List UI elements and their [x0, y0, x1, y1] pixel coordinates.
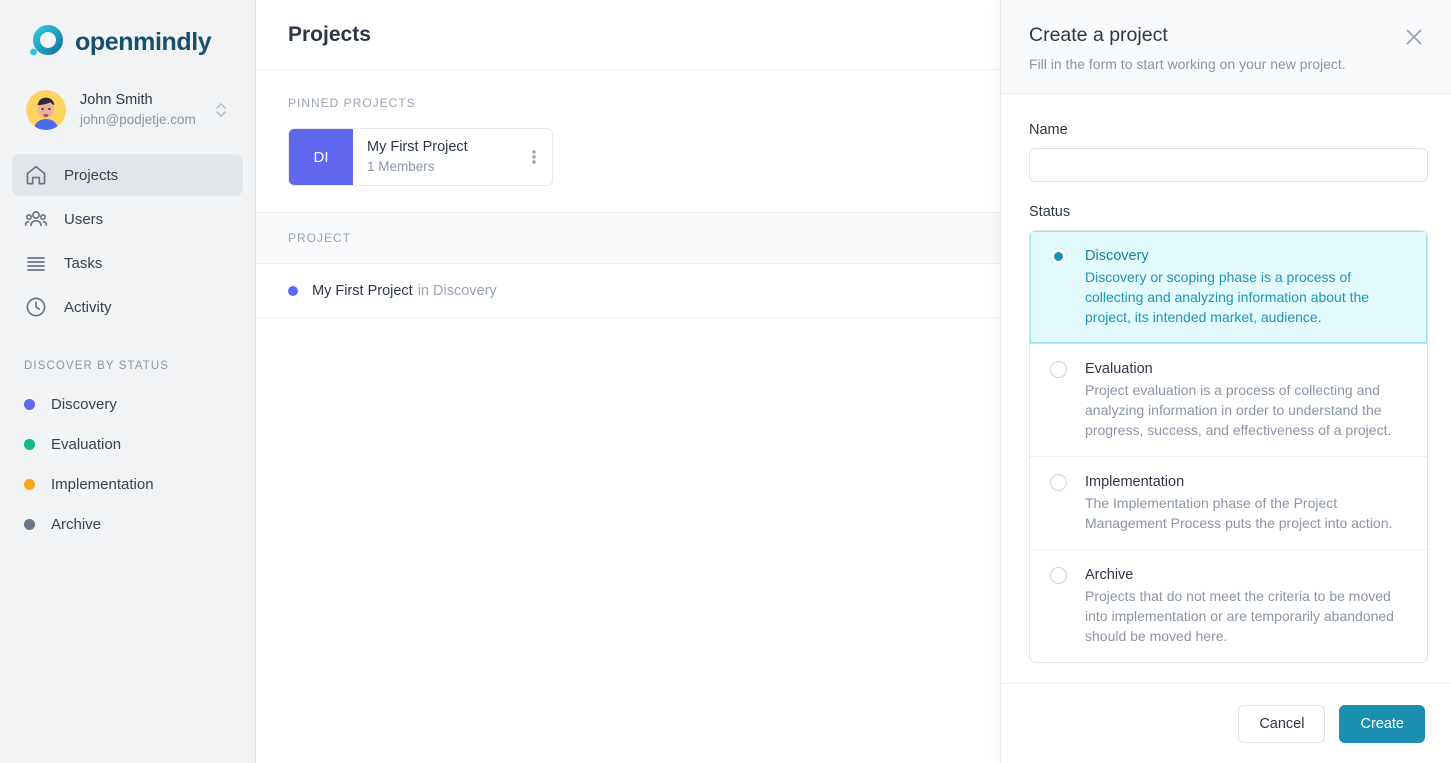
- status-filter-evaluation[interactable]: Evaluation: [12, 424, 243, 464]
- status-filter-label: Implementation: [51, 476, 154, 493]
- more-options-icon[interactable]: [524, 145, 544, 169]
- chevron-up-down-icon: [213, 99, 229, 121]
- app-root: openmindly John Smith john@podjetje.com: [0, 0, 1451, 763]
- sidebar-item-tasks[interactable]: Tasks: [12, 242, 243, 284]
- status-dot: [24, 519, 35, 530]
- sidebar-item-label: Tasks: [64, 255, 102, 272]
- status-filter-label: Evaluation: [51, 436, 121, 453]
- brand-logo[interactable]: openmindly: [0, 0, 255, 62]
- name-field-label: Name: [1029, 122, 1426, 138]
- status-field-label: Status: [1029, 204, 1426, 220]
- project-name: My First Project: [312, 283, 413, 299]
- option-texts: Implementation The Implementation phase …: [1085, 472, 1411, 533]
- status-dot: [24, 479, 35, 490]
- panel-title: Create a project: [1029, 22, 1423, 48]
- home-icon: [24, 163, 48, 187]
- sidebar: openmindly John Smith john@podjetje.com: [0, 0, 256, 763]
- status-filter-implementation[interactable]: Implementation: [12, 464, 243, 504]
- close-icon[interactable]: [1403, 26, 1425, 48]
- option-title: Discovery: [1085, 246, 1411, 266]
- project-list-heading: PROJECT: [288, 231, 351, 245]
- clock-icon: [24, 295, 48, 319]
- user-email: john@podjetje.com: [80, 110, 213, 129]
- option-title: Evaluation: [1085, 359, 1411, 379]
- discover-by-status-heading: DISCOVER BY STATUS: [0, 330, 255, 372]
- status-option-implementation[interactable]: Implementation The Implementation phase …: [1030, 457, 1427, 550]
- status-filter-list: Discovery Evaluation Implementation Arch…: [0, 384, 255, 544]
- status-filter-discovery[interactable]: Discovery: [12, 384, 243, 424]
- pinned-project-members: 1 Members: [367, 157, 524, 176]
- option-description: Project evaluation is a process of colle…: [1085, 380, 1411, 440]
- project-name-input[interactable]: [1029, 148, 1428, 182]
- page-title: Projects: [288, 23, 371, 47]
- radio-button[interactable]: [1050, 361, 1067, 378]
- option-texts: Archive Projects that do not meet the cr…: [1085, 565, 1411, 646]
- option-description: Projects that do not meet the criteria t…: [1085, 586, 1411, 646]
- radio-button[interactable]: [1050, 567, 1067, 584]
- pinned-project-name: My First Project: [367, 138, 524, 157]
- option-texts: Discovery Discovery or scoping phase is …: [1085, 246, 1411, 327]
- pinned-project-card[interactable]: DI My First Project 1 Members: [288, 128, 553, 186]
- project-status-text: in Discovery: [418, 283, 497, 299]
- radio-button[interactable]: [1050, 248, 1067, 265]
- status-option-discovery[interactable]: Discovery Discovery or scoping phase is …: [1030, 231, 1427, 344]
- panel-footer: Cancel Create: [1001, 683, 1451, 763]
- option-title: Archive: [1085, 565, 1411, 585]
- option-texts: Evaluation Project evaluation is a proce…: [1085, 359, 1411, 440]
- pinned-card-body: My First Project 1 Members: [353, 129, 552, 185]
- sidebar-nav: Projects Users Tasks: [0, 154, 255, 328]
- user-meta: John Smith john@podjetje.com: [80, 91, 213, 129]
- sidebar-item-label: Activity: [64, 299, 112, 316]
- status-dot: [24, 439, 35, 450]
- cancel-button[interactable]: Cancel: [1238, 705, 1325, 743]
- create-project-panel: Create a project Fill in the form to sta…: [1000, 0, 1451, 763]
- option-description: Discovery or scoping phase is a process …: [1085, 267, 1411, 327]
- brand-name: openmindly: [75, 28, 211, 57]
- status-filter-archive[interactable]: Archive: [12, 504, 243, 544]
- radio-button[interactable]: [1050, 474, 1067, 491]
- sidebar-item-users[interactable]: Users: [12, 198, 243, 240]
- option-description: The Implementation phase of the Project …: [1085, 493, 1411, 533]
- sidebar-item-activity[interactable]: Activity: [12, 286, 243, 328]
- openmindly-logo-icon: [26, 25, 66, 59]
- avatar: [26, 90, 66, 130]
- sidebar-item-label: Projects: [64, 167, 118, 184]
- status-dot: [24, 399, 35, 410]
- project-initials-badge: DI: [289, 129, 353, 185]
- sidebar-item-label: Users: [64, 211, 103, 228]
- pinned-card-texts: My First Project 1 Members: [367, 138, 524, 176]
- status-radio-group: Discovery Discovery or scoping phase is …: [1029, 230, 1428, 663]
- panel-subtitle: Fill in the form to start working on you…: [1029, 55, 1423, 73]
- status-option-archive[interactable]: Archive Projects that do not meet the cr…: [1030, 550, 1427, 662]
- user-name: John Smith: [80, 91, 213, 110]
- users-icon: [24, 207, 48, 231]
- status-filter-label: Archive: [51, 516, 101, 533]
- user-switcher[interactable]: John Smith john@podjetje.com: [16, 84, 239, 136]
- panel-header: Create a project Fill in the form to sta…: [1001, 0, 1451, 94]
- status-filter-label: Discovery: [51, 396, 117, 413]
- status-dot: [288, 286, 298, 296]
- panel-body: Name Status Discovery Discovery or scopi…: [1001, 94, 1451, 683]
- status-option-evaluation[interactable]: Evaluation Project evaluation is a proce…: [1030, 344, 1427, 457]
- sidebar-item-projects[interactable]: Projects: [12, 154, 243, 196]
- option-title: Implementation: [1085, 472, 1411, 492]
- list-icon: [24, 251, 48, 275]
- create-button[interactable]: Create: [1339, 705, 1425, 743]
